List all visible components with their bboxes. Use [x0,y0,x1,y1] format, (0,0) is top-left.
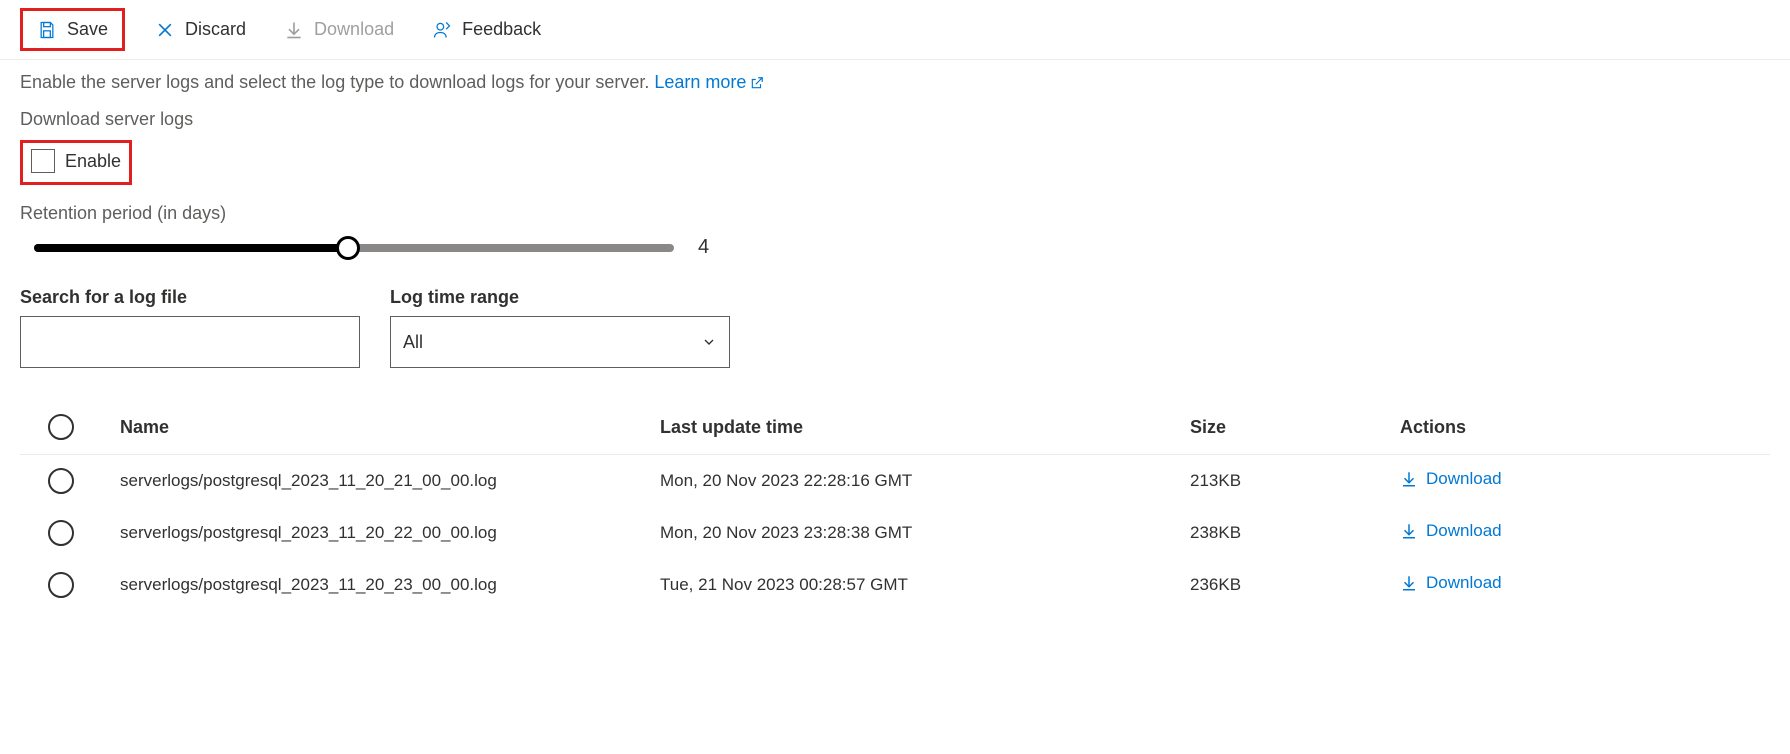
table-body: serverlogs/postgresql_2023_11_20_21_00_0… [20,455,1770,611]
row-name: serverlogs/postgresql_2023_11_20_22_00_0… [120,523,660,543]
row-download-link[interactable]: Download [1400,469,1502,489]
row-download-label: Download [1426,469,1502,489]
enable-highlight-box: Enable [20,140,132,185]
discard-label: Discard [185,19,246,40]
description-text: Enable the server logs and select the lo… [20,72,1770,93]
table-header-row: Name Last update time Size Actions [20,400,1770,455]
slider-fill [34,244,348,252]
row-download-link[interactable]: Download [1400,521,1502,541]
row-download-link[interactable]: Download [1400,573,1502,593]
save-icon [37,20,57,40]
checkbox-icon [31,149,55,173]
content-area: Enable the server logs and select the lo… [0,60,1790,631]
download-button: Download [276,15,402,44]
enable-checkbox[interactable]: Enable [31,149,121,173]
retention-slider[interactable] [34,238,674,258]
row-download-label: Download [1426,573,1502,593]
row-last-update: Mon, 20 Nov 2023 23:28:38 GMT [660,523,1190,543]
download-icon [1400,470,1418,488]
external-link-icon [750,76,764,90]
row-download-label: Download [1426,521,1502,541]
row-radio[interactable] [48,520,74,546]
time-range-filter: Log time range All [390,287,730,368]
row-last-update: Mon, 20 Nov 2023 22:28:16 GMT [660,471,1190,491]
close-icon [155,20,175,40]
row-size: 236KB [1190,575,1400,595]
select-all-radio[interactable] [48,414,74,440]
header-name[interactable]: Name [120,417,660,438]
learn-more-link[interactable]: Learn more [654,72,764,93]
download-logs-label: Download server logs [20,109,1770,130]
chevron-down-icon [701,334,717,350]
search-filter: Search for a log file [20,287,360,368]
row-radio[interactable] [48,468,74,494]
table-row: serverlogs/postgresql_2023_11_20_22_00_0… [20,507,1770,559]
save-label: Save [67,19,108,40]
row-name: serverlogs/postgresql_2023_11_20_23_00_0… [120,575,660,595]
slider-thumb[interactable] [336,236,360,260]
row-actions: Download [1400,573,1770,597]
row-size: 213KB [1190,471,1400,491]
toolbar: Save Discard Download Feedback [0,0,1790,60]
time-range-label: Log time range [390,287,730,308]
search-input[interactable] [20,316,360,368]
download-icon [1400,574,1418,592]
time-range-select[interactable]: All [390,316,730,368]
header-select [20,414,120,440]
description-body: Enable the server logs and select the lo… [20,72,649,92]
download-icon [1400,522,1418,540]
learn-more-label: Learn more [654,72,746,93]
retention-value: 4 [698,236,709,259]
row-name: serverlogs/postgresql_2023_11_20_21_00_0… [120,471,660,491]
time-range-value: All [403,332,423,353]
download-label: Download [314,19,394,40]
feedback-label: Feedback [462,19,541,40]
logs-table: Name Last update time Size Actions serve… [20,400,1770,611]
table-row: serverlogs/postgresql_2023_11_20_23_00_0… [20,559,1770,611]
row-select-cell [20,520,120,546]
discard-button[interactable]: Discard [147,15,254,44]
enable-label: Enable [65,151,121,172]
header-actions: Actions [1400,417,1770,438]
table-row: serverlogs/postgresql_2023_11_20_21_00_0… [20,455,1770,507]
search-label: Search for a log file [20,287,360,308]
header-size[interactable]: Size [1190,417,1400,438]
row-last-update: Tue, 21 Nov 2023 00:28:57 GMT [660,575,1190,595]
download-icon [284,20,304,40]
save-button[interactable]: Save [20,8,125,51]
row-actions: Download [1400,521,1770,545]
feedback-button[interactable]: Feedback [424,15,549,44]
row-actions: Download [1400,469,1770,493]
row-size: 238KB [1190,523,1400,543]
feedback-icon [432,20,452,40]
retention-label: Retention period (in days) [20,203,1770,224]
header-last-update[interactable]: Last update time [660,417,1190,438]
filters-row: Search for a log file Log time range All [20,287,1770,368]
row-select-cell [20,468,120,494]
row-radio[interactable] [48,572,74,598]
retention-slider-row: 4 [20,236,1770,259]
row-select-cell [20,572,120,598]
